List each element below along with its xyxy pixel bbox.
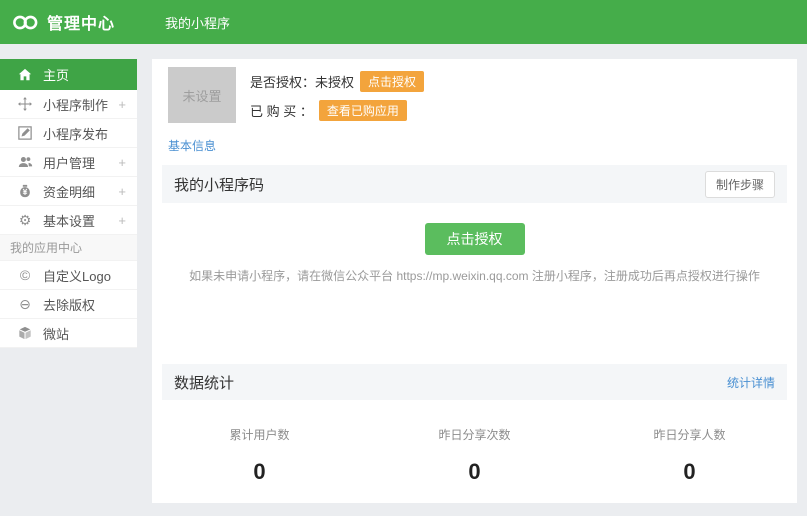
purchased-label: 已 购 买 ： — [250, 101, 313, 120]
stat-label: 昨日分享人数 — [582, 426, 797, 443]
sidebar-item-label: 自定义Logo — [43, 266, 111, 285]
stats-section-title: 数据统计 — [174, 372, 727, 393]
main-content: 未设置 是否授权：未授权 点击授权 已 购 买 ： 查看已购应用 基本信息 我的… — [152, 59, 797, 503]
users-icon — [17, 154, 33, 170]
stat-yesterday-shares: 昨日分享次数 0 — [367, 426, 582, 485]
edit-icon — [17, 125, 33, 141]
stats-detail-link[interactable]: 统计详情 — [727, 374, 775, 391]
qrcode-section-title: 我的小程序码 — [174, 174, 705, 195]
stat-yesterday-sharers: 昨日分享人数 0 — [582, 426, 797, 485]
money-bag-icon — [17, 183, 33, 199]
sidebar-item-label: 微站 — [43, 324, 69, 343]
app-info-block: 未设置 是否授权：未授权 点击授权 已 购 买 ： 查看已购应用 — [168, 67, 781, 129]
sidebar-item-label: 基本设置 — [43, 211, 95, 230]
sidebar-item-user-management[interactable]: 用户管理 + — [0, 148, 137, 177]
qrcode-section-header: 我的小程序码 制作步骤 — [162, 165, 787, 203]
gear-icon: ⚙ — [17, 212, 33, 228]
sidebar-item-remove-copyright[interactable]: ⊖ 去除版权 — [0, 290, 137, 319]
stats-row: 累计用户数 0 昨日分享次数 0 昨日分享人数 0 — [152, 426, 797, 485]
sidebar-item-label: 小程序发布 — [43, 124, 108, 143]
sidebar-item-basic-settings[interactable]: ⚙ 基本设置 + — [0, 206, 137, 235]
making-steps-button[interactable]: 制作步骤 — [705, 171, 775, 198]
stat-label: 累计用户数 — [152, 426, 367, 443]
cube-icon — [17, 325, 33, 341]
brand-logo-icon — [12, 14, 39, 31]
sidebar-section-app-center: 我的应用中心 — [0, 235, 137, 261]
home-icon — [17, 67, 33, 83]
auth-status-label: 是否授权：未授权 — [250, 72, 354, 91]
stats-section-header: 数据统计 统计详情 — [162, 364, 787, 400]
stat-label: 昨日分享次数 — [367, 426, 582, 443]
sidebar-item-label: 去除版权 — [43, 295, 95, 314]
topnav-my-miniprogram[interactable]: 我的小程序 — [155, 13, 240, 32]
move-icon — [17, 96, 33, 112]
stat-value: 0 — [152, 459, 367, 485]
sidebar-item-miniprogram-build[interactable]: 小程序制作 + — [0, 90, 137, 119]
stat-total-users: 累计用户数 0 — [152, 426, 367, 485]
copyright-icon: © — [17, 267, 33, 283]
basic-info-link[interactable]: 基本信息 — [168, 137, 216, 154]
sidebar-item-label: 资金明细 — [43, 182, 95, 201]
sidebar-item-miniprogram-publish[interactable]: 小程序发布 — [0, 119, 137, 148]
expand-plus-icon[interactable]: + — [118, 184, 126, 199]
brand-title: 管理中心 — [47, 10, 115, 34]
stat-value: 0 — [582, 459, 797, 485]
stat-value: 0 — [367, 459, 582, 485]
expand-plus-icon[interactable]: + — [118, 213, 126, 228]
authorize-button[interactable]: 点击授权 — [425, 223, 525, 255]
sidebar: 主页 小程序制作 + 小程序发布 用户管理 + — [0, 59, 137, 348]
top-header: 管理中心 我的小程序 — [0, 0, 807, 44]
register-tip-text: 如果未申请小程序，请在微信公众平台 https://mp.weixin.qq.c… — [152, 267, 797, 284]
view-purchased-button[interactable]: 查看已购应用 — [319, 100, 407, 121]
expand-plus-icon[interactable]: + — [118, 97, 126, 112]
authorize-badge-button[interactable]: 点击授权 — [360, 71, 424, 92]
brand: 管理中心 — [0, 10, 137, 34]
sidebar-item-microsite[interactable]: 微站 — [0, 319, 137, 348]
sidebar-item-home[interactable]: 主页 — [0, 59, 137, 90]
sidebar-item-label: 用户管理 — [43, 153, 95, 172]
app-thumbnail-placeholder: 未设置 — [168, 67, 236, 123]
sidebar-item-label: 小程序制作 — [43, 95, 108, 114]
sidebar-item-funds-detail[interactable]: 资金明细 + — [0, 177, 137, 206]
expand-plus-icon[interactable]: + — [118, 155, 126, 170]
sidebar-item-custom-logo[interactable]: © 自定义Logo — [0, 261, 137, 290]
sidebar-item-label: 主页 — [43, 65, 69, 84]
minus-circle-icon: ⊖ — [17, 296, 33, 312]
